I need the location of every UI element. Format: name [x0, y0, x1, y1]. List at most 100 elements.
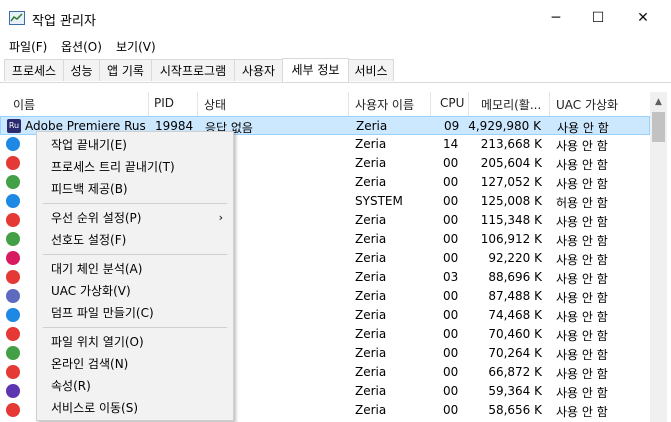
col-divider[interactable]: [430, 92, 431, 116]
process-icon: [6, 289, 20, 303]
context-menu-item[interactable]: 선호도 설정(F): [37, 229, 233, 251]
context-menu-item[interactable]: 피드백 제공(B): [37, 178, 233, 200]
process-icon: [6, 403, 20, 417]
col-divider[interactable]: [468, 92, 469, 116]
process-memory: 4,929,980 K: [468, 119, 541, 133]
context-menu-label: 덤프 파일 만들기(C): [51, 306, 154, 320]
process-user: Zeria: [355, 308, 387, 322]
col-memory[interactable]: 메모리(활...: [481, 96, 541, 113]
scrollbar-thumb[interactable]: [652, 112, 665, 142]
process-icon: [6, 251, 20, 265]
col-user[interactable]: 사용자 이름: [355, 96, 414, 113]
process-icon: [6, 156, 20, 170]
context-menu-label: 서비스로 이동(S): [51, 401, 139, 415]
context-menu-item[interactable]: 속성(R): [37, 375, 233, 397]
col-name[interactable]: 이름: [13, 96, 35, 113]
title-bar: 작업 관리자 ─ ☐ ✕: [0, 0, 671, 36]
menu-separator: [43, 327, 227, 328]
process-uac: 허용 안 함: [556, 196, 608, 210]
context-menu-item[interactable]: 서비스로 이동(S): [37, 397, 233, 419]
process-memory: 74,468 K: [488, 308, 542, 322]
process-icon: [6, 194, 20, 208]
context-menu-item[interactable]: UAC 가상화(V): [37, 280, 233, 302]
process-user: Zeria: [355, 156, 387, 170]
process-uac: 사용 안 함: [556, 215, 608, 229]
process-user: Zeria: [355, 365, 387, 379]
menu-file[interactable]: 파일(F): [9, 38, 47, 55]
tab-details[interactable]: 세부 정보: [282, 58, 349, 82]
process-uac: 사용 안 함: [556, 386, 608, 400]
process-user: Zeria: [355, 251, 387, 265]
context-menu-item[interactable]: 파일 위치 열기(O): [37, 331, 233, 353]
process-uac: 사용 안 함: [556, 367, 608, 381]
col-uac[interactable]: UAC 가상화: [556, 96, 618, 113]
process-cpu: 00: [443, 289, 459, 303]
process-cpu: 00: [443, 251, 459, 265]
process-uac: 사용 안 함: [556, 139, 608, 153]
process-uac: 사용 안 함: [556, 291, 608, 305]
process-memory: 66,872 K: [488, 365, 542, 379]
process-memory: 87,488 K: [488, 289, 542, 303]
process-user: Zeria: [355, 403, 387, 417]
context-menu-label: 작업 끝내기(E): [51, 138, 127, 152]
context-menu-label: 온라인 검색(N): [51, 357, 129, 371]
tab-app-history[interactable]: 앱 기록: [99, 59, 152, 81]
tab-users[interactable]: 사용자: [234, 59, 283, 81]
col-pid[interactable]: PID: [154, 96, 174, 110]
process-uac: 사용 안 함: [556, 329, 608, 343]
process-cpu: 00: [443, 156, 459, 170]
process-cpu: 00: [443, 327, 459, 341]
process-cpu: 00: [443, 213, 459, 227]
process-user: Zeria: [355, 137, 387, 151]
process-uac: 사용 안 함: [556, 405, 608, 419]
menu-options[interactable]: 옵션(O): [61, 38, 102, 55]
minimize-button[interactable]: ─: [533, 0, 579, 36]
window-title: 작업 관리자: [32, 14, 96, 29]
process-user: Zeria: [355, 213, 387, 227]
process-uac: 사용 안 함: [556, 310, 608, 324]
context-menu-item[interactable]: 작업 끝내기(E): [37, 134, 233, 156]
process-user: Zeria: [355, 384, 387, 398]
process-cpu: 00: [443, 403, 459, 417]
column-header-row: 이름 PID 상태 사용자 이름 CPU 메모리(활... UAC 가상화: [0, 92, 650, 117]
process-uac: 사용 안 함: [556, 253, 608, 267]
col-cpu[interactable]: CPU: [440, 96, 464, 110]
process-icon: [6, 365, 20, 379]
process-memory: 106,912 K: [480, 232, 542, 246]
process-cpu: 03: [443, 270, 459, 284]
tab-processes[interactable]: 프로세스: [4, 59, 64, 81]
tab-startup[interactable]: 시작프로그램: [151, 59, 235, 81]
col-divider[interactable]: [197, 92, 198, 116]
scroll-up-arrow-icon[interactable]: ▲: [650, 94, 667, 111]
process-memory: 92,220 K: [488, 251, 542, 265]
process-user: SYSTEM: [355, 194, 403, 208]
context-menu-item[interactable]: 대기 체인 분석(A): [37, 258, 233, 280]
maximize-button[interactable]: ☐: [575, 0, 621, 36]
col-divider[interactable]: [148, 92, 149, 116]
process-memory: 70,264 K: [488, 346, 542, 360]
process-uac: 사용 안 함: [556, 348, 608, 362]
process-user: Zeria: [355, 346, 387, 360]
context-menu-label: 우선 순위 설정(P): [51, 211, 142, 225]
context-menu-item[interactable]: 온라인 검색(N): [37, 353, 233, 375]
col-divider[interactable]: [549, 92, 550, 116]
context-menu-label: 프로세스 트리 끝내기(T): [51, 160, 175, 174]
context-menu-item[interactable]: 우선 순위 설정(P) ›: [37, 207, 233, 229]
menu-bar: 파일(F) 옵션(O) 보기(V): [0, 36, 671, 56]
process-cpu: 00: [443, 346, 459, 360]
tab-services[interactable]: 서비스: [348, 59, 394, 81]
close-button[interactable]: ✕: [620, 0, 666, 36]
context-menu-item[interactable]: 덤프 파일 만들기(C): [37, 302, 233, 324]
process-memory: 58,656 K: [488, 403, 542, 417]
process-cpu: 00: [443, 384, 459, 398]
process-cpu: 00: [443, 365, 459, 379]
tab-performance[interactable]: 성능: [63, 59, 100, 81]
col-status[interactable]: 상태: [204, 96, 226, 113]
process-cpu: 00: [443, 232, 459, 246]
process-memory: 205,604 K: [480, 156, 542, 170]
process-cpu: 14: [443, 137, 459, 151]
context-menu-item[interactable]: 프로세스 트리 끝내기(T): [37, 156, 233, 178]
tab-bar: 프로세스 성능 앱 기록 시작프로그램 사용자 세부 정보 서비스: [0, 58, 671, 83]
menu-view[interactable]: 보기(V): [116, 38, 156, 55]
col-divider[interactable]: [348, 92, 349, 116]
